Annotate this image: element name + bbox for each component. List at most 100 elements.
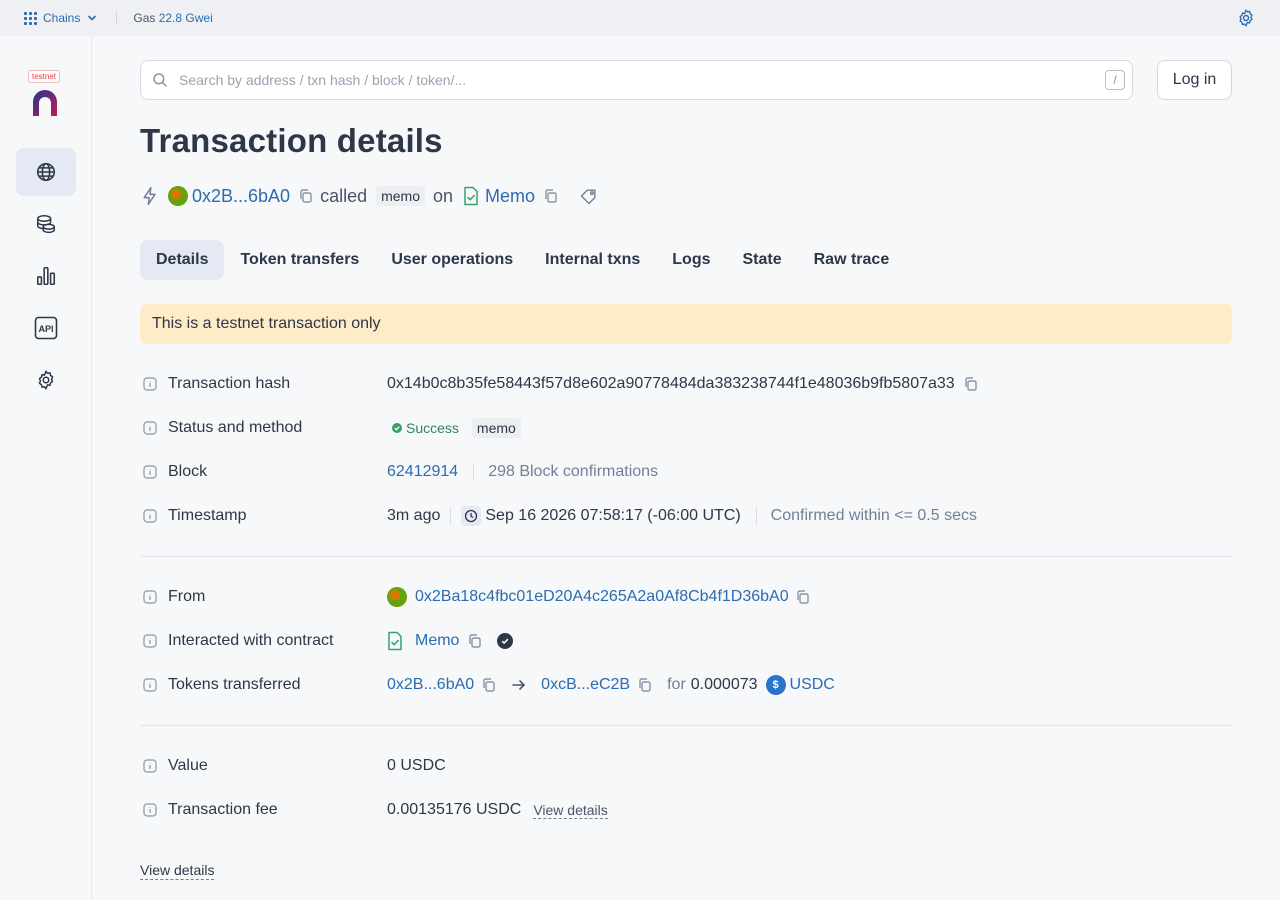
tx-value: 0 USDC bbox=[387, 757, 446, 774]
block-number-link[interactable]: 62412914 bbox=[387, 463, 458, 481]
time-ago: 3m ago bbox=[387, 507, 441, 524]
info-icon[interactable] bbox=[143, 590, 157, 604]
contract-label: Interacted with contract bbox=[168, 632, 334, 649]
sidebar-item-settings[interactable] bbox=[16, 356, 76, 404]
separator bbox=[450, 507, 452, 525]
detail-row-tokens: Tokens transferred 0x2B...6bA0 0xcB...eC… bbox=[140, 673, 1232, 697]
contract-link[interactable]: Memo bbox=[485, 186, 535, 207]
login-button[interactable]: Log in bbox=[1157, 60, 1232, 100]
detail-row-timestamp: Timestamp 3m ago Sep 16 2026 07:58:17 (-… bbox=[140, 504, 1232, 528]
tx-summary: 0x2B...6bA0 called memo on Memo bbox=[140, 184, 599, 208]
page-title: Transaction details bbox=[140, 122, 443, 159]
copy-icon[interactable] bbox=[963, 376, 979, 392]
lightning-icon bbox=[143, 186, 156, 206]
coins-icon bbox=[37, 215, 55, 234]
tab-state[interactable]: State bbox=[727, 240, 798, 280]
address-avatar bbox=[168, 186, 188, 206]
timestamp-datetime: Sep 16 2026 07:58:17 (-06:00 UTC) bbox=[485, 507, 741, 524]
tab-internal-txns[interactable]: Internal txns bbox=[529, 240, 656, 280]
search-input[interactable] bbox=[179, 72, 1105, 88]
value-label: Value bbox=[168, 757, 208, 774]
tag-icon[interactable] bbox=[579, 186, 599, 206]
sidebar-item-tokens[interactable] bbox=[16, 200, 76, 248]
tab-bar: Details Token transfers User operations … bbox=[140, 240, 905, 280]
contract-file-icon bbox=[464, 186, 478, 206]
logo[interactable]: testnet bbox=[26, 70, 66, 120]
from-address-link[interactable]: 0x2B...6bA0 bbox=[192, 186, 290, 207]
status-badge: Success bbox=[387, 418, 464, 438]
arrow-right-icon bbox=[512, 680, 526, 690]
usdc-token-icon: $ bbox=[765, 675, 786, 695]
token-to-link[interactable]: 0xcB...eC2B bbox=[541, 676, 630, 694]
copy-icon[interactable] bbox=[467, 633, 483, 649]
block-confirmations: 298 Block confirmations bbox=[488, 463, 659, 480]
token-from-link[interactable]: 0x2B...6bA0 bbox=[387, 676, 474, 694]
check-circle-icon bbox=[392, 423, 402, 433]
detail-row-from: From 0x2Ba18c4fbc01eD20A4c265A2a0Af8Cb4f… bbox=[140, 585, 1232, 609]
for-text: for bbox=[667, 676, 686, 693]
section-divider bbox=[140, 556, 1232, 557]
search-icon bbox=[153, 73, 167, 87]
gas-price: Gas 22.8 Gwei bbox=[133, 11, 213, 25]
hash-label: Transaction hash bbox=[168, 375, 291, 392]
tab-token-transfers[interactable]: Token transfers bbox=[224, 240, 375, 280]
chevron-down-icon bbox=[88, 15, 97, 21]
copy-icon[interactable] bbox=[481, 677, 497, 693]
tab-logs[interactable]: Logs bbox=[656, 240, 726, 280]
grid-icon bbox=[24, 11, 37, 25]
tab-raw-trace[interactable]: Raw trace bbox=[798, 240, 906, 280]
detail-row-block: Block 62412914 298 Block confirmations bbox=[140, 460, 1232, 484]
gear-icon[interactable] bbox=[1236, 8, 1256, 28]
block-label: Block bbox=[168, 463, 208, 480]
transaction-hash: 0x14b0c8b35fe58443f57d8e602a90778484da38… bbox=[387, 375, 955, 392]
api-icon: API bbox=[34, 316, 58, 340]
copy-icon[interactable] bbox=[795, 589, 811, 605]
sidebar: testnet API bbox=[0, 36, 92, 900]
tab-user-operations[interactable]: User operations bbox=[375, 240, 529, 280]
detail-row-fee: Transaction fee 0.00135176 USDC View det… bbox=[140, 798, 1232, 822]
info-icon[interactable] bbox=[143, 421, 157, 435]
copy-icon[interactable] bbox=[637, 677, 653, 693]
info-icon[interactable] bbox=[143, 377, 157, 391]
gear-icon bbox=[38, 370, 54, 390]
top-bar: Chains Gas 22.8 Gwei bbox=[0, 0, 1280, 36]
info-icon[interactable] bbox=[143, 509, 157, 523]
globe-icon bbox=[36, 162, 56, 182]
info-icon[interactable] bbox=[143, 759, 157, 773]
info-icon[interactable] bbox=[143, 634, 157, 648]
info-icon[interactable] bbox=[143, 803, 157, 817]
testnet-alert: This is a testnet transaction only bbox=[140, 304, 1232, 344]
contract-link[interactable]: Memo bbox=[415, 632, 459, 650]
info-icon[interactable] bbox=[143, 465, 157, 479]
view-details-link[interactable]: View details bbox=[140, 862, 215, 880]
token-symbol-link[interactable]: USDC bbox=[790, 676, 835, 694]
sidebar-item-blockchain[interactable] bbox=[16, 148, 76, 196]
detail-row-status: Status and method Success memo bbox=[140, 416, 1232, 440]
testnet-badge: testnet bbox=[28, 70, 61, 83]
confirmation-time: Confirmed within <= 0.5 secs bbox=[770, 507, 977, 524]
from-address-link[interactable]: 0x2Ba18c4fbc01eD20A4c265A2a0Af8Cb4f1D36b… bbox=[415, 588, 789, 606]
timestamp-label: Timestamp bbox=[168, 507, 247, 524]
info-icon[interactable] bbox=[143, 678, 157, 692]
fee-label: Transaction fee bbox=[168, 801, 278, 818]
tab-details[interactable]: Details bbox=[140, 240, 225, 280]
method-chip: memo bbox=[376, 186, 426, 206]
tx-fee: 0.00135176 USDC bbox=[387, 801, 522, 818]
tokens-label: Tokens transferred bbox=[168, 676, 301, 693]
status-label: Status and method bbox=[168, 419, 303, 436]
search-bar[interactable]: / bbox=[140, 60, 1133, 100]
copy-icon[interactable] bbox=[543, 188, 559, 204]
sidebar-item-charts[interactable] bbox=[16, 252, 76, 300]
logo-icon bbox=[33, 90, 57, 116]
called-text: called bbox=[320, 185, 368, 206]
section-divider bbox=[140, 725, 1232, 726]
detail-row-contract: Interacted with contract Memo bbox=[140, 629, 1232, 653]
chains-menu[interactable]: Chains bbox=[24, 11, 98, 25]
separator bbox=[473, 463, 475, 481]
token-amount: 0.000073 bbox=[690, 676, 758, 693]
separator bbox=[755, 507, 757, 525]
fee-view-details-link[interactable]: View details bbox=[533, 802, 608, 819]
address-avatar bbox=[387, 587, 407, 607]
copy-icon[interactable] bbox=[298, 188, 314, 204]
sidebar-item-api[interactable]: API bbox=[16, 304, 76, 352]
